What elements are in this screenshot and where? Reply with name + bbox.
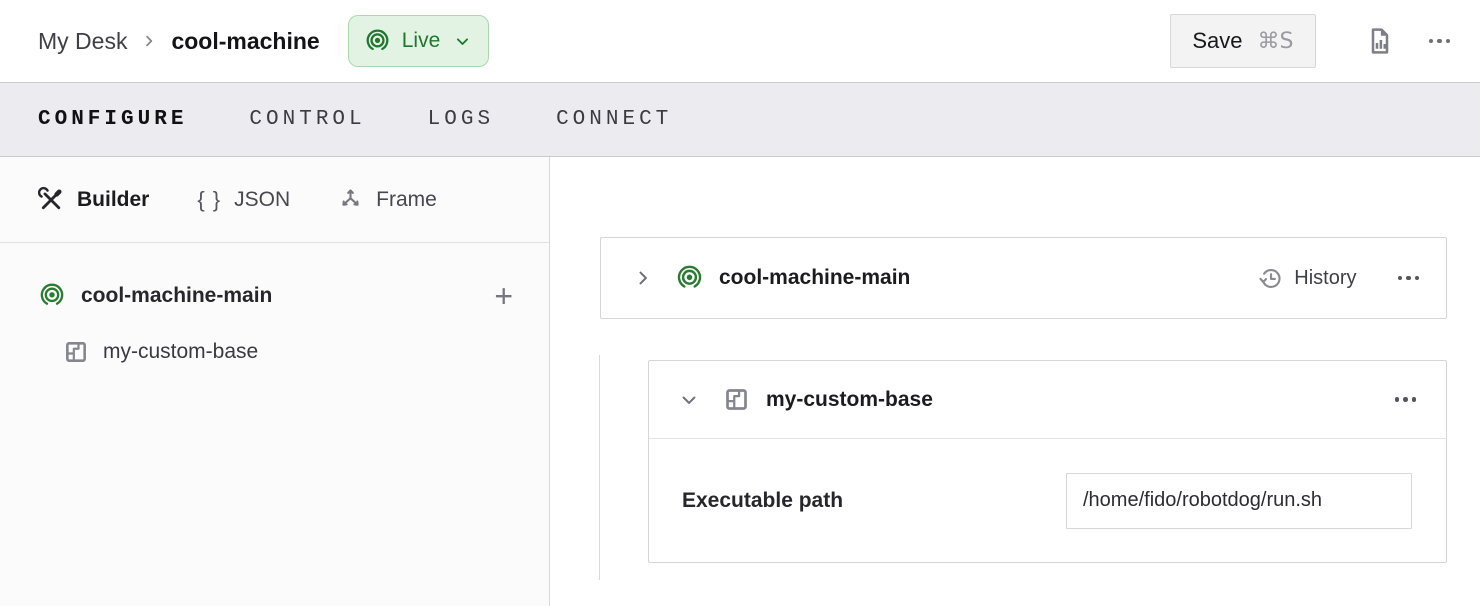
tab-connect[interactable]: CONNECT — [556, 108, 672, 131]
breadcrumb: My Desk cool-machine — [38, 28, 320, 55]
viewtab-builder-label: Builder — [77, 188, 149, 212]
tree-item-part[interactable]: cool-machine-main + — [38, 273, 513, 319]
tab-logs[interactable]: LOGS — [428, 108, 494, 131]
view-mode-tabs: Builder { } JSON Frame — [0, 157, 549, 243]
header-more-menu-button[interactable] — [1429, 39, 1451, 44]
tree-component-label: my-custom-base — [103, 340, 258, 364]
base-component-icon — [723, 386, 750, 413]
content-area: Builder { } JSON Frame — [0, 157, 1480, 606]
chevron-right-icon — [141, 33, 157, 49]
base-component-icon — [63, 339, 89, 365]
part-card-title: cool-machine-main — [719, 266, 910, 290]
viewtab-frame-label: Frame — [376, 188, 437, 212]
configure-main-panel: cool-machine-main History — [550, 157, 1480, 606]
braces-icon: { } — [197, 187, 221, 213]
tab-control[interactable]: CONTROL — [249, 108, 365, 131]
frame-axes-icon — [338, 187, 363, 212]
tree-item-component[interactable]: my-custom-base — [38, 329, 513, 375]
executable-path-label: Executable path — [682, 489, 843, 513]
viewtab-json-label: JSON — [234, 188, 290, 212]
component-card-title: my-custom-base — [766, 388, 933, 412]
breadcrumb-current: cool-machine — [171, 28, 319, 55]
machine-status-label: Live — [402, 29, 441, 53]
broadcast-icon — [38, 282, 66, 310]
broadcast-icon — [364, 28, 391, 55]
add-component-button[interactable]: + — [494, 280, 513, 312]
viewtab-json[interactable]: { } JSON — [197, 187, 290, 213]
viewtab-builder[interactable]: Builder — [38, 187, 149, 213]
chevron-down-icon — [454, 33, 471, 50]
tab-configure[interactable]: CONFIGURE — [38, 108, 187, 131]
history-label: History — [1294, 267, 1356, 290]
component-card-collapse-chevron[interactable] — [679, 390, 699, 410]
part-card: cool-machine-main History — [600, 237, 1447, 319]
tools-icon — [38, 187, 64, 213]
broadcast-icon — [675, 264, 704, 293]
history-icon — [1257, 265, 1284, 292]
save-button-label: Save — [1192, 28, 1242, 54]
history-button[interactable]: History — [1257, 265, 1356, 292]
component-card-body: Executable path — [649, 439, 1446, 562]
component-card: my-custom-base Executable path — [648, 360, 1447, 563]
machine-tree: cool-machine-main + my-custom-base — [0, 243, 549, 375]
component-card-menu-button[interactable] — [1395, 397, 1417, 402]
save-shortcut: ⌘S — [1258, 29, 1294, 54]
part-card-menu-button[interactable] — [1398, 276, 1420, 281]
ellipsis-icon — [1398, 276, 1420, 281]
machine-tabbar: CONFIGURE CONTROL LOGS CONNECT — [0, 82, 1480, 157]
save-button[interactable]: Save ⌘S — [1170, 14, 1315, 68]
machine-report-button[interactable] — [1365, 26, 1395, 56]
part-children-group: my-custom-base Executable path — [599, 355, 1447, 580]
app-header: My Desk cool-machine Live Save ⌘S — [0, 0, 1480, 82]
component-card-header: my-custom-base — [649, 361, 1446, 438]
ellipsis-icon — [1395, 397, 1417, 402]
viewtab-frame[interactable]: Frame — [338, 187, 437, 212]
stats-file-icon — [1365, 26, 1395, 56]
executable-path-input[interactable] — [1066, 473, 1412, 529]
machine-status-dropdown[interactable]: Live — [348, 15, 490, 67]
tree-part-label: cool-machine-main — [81, 284, 272, 308]
part-card-expand-chevron[interactable] — [633, 268, 653, 288]
ellipsis-icon — [1429, 39, 1451, 44]
breadcrumb-parent[interactable]: My Desk — [38, 28, 127, 55]
configure-sidebar: Builder { } JSON Frame — [0, 157, 550, 606]
